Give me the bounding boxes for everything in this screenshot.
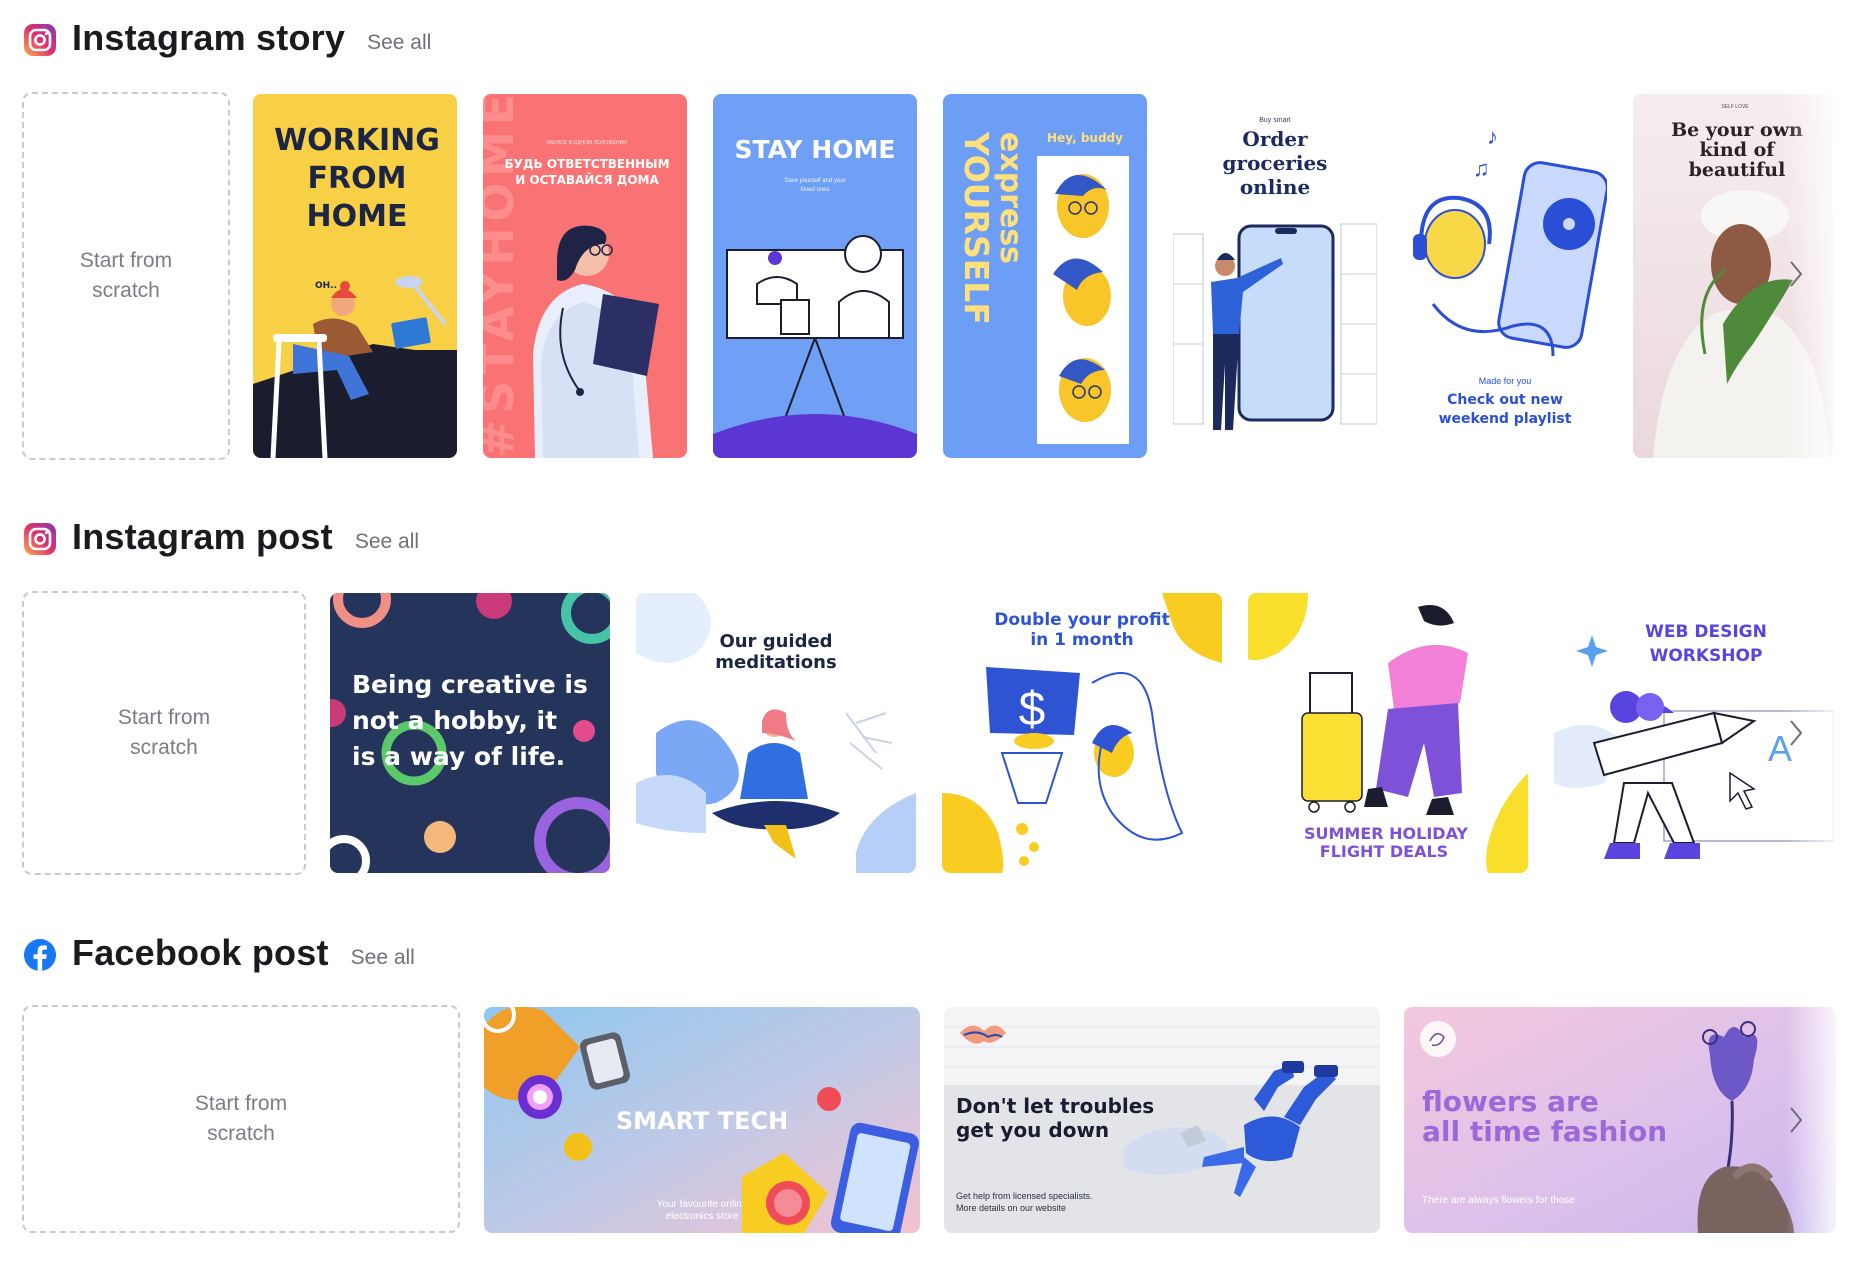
card-subtitle-line2: More details on our website <box>956 1203 1066 1213</box>
card-subtitle-line1: Get help from licensed specialists. <box>956 1191 1093 1201</box>
template-card-stay-home[interactable]: STAY HOME Save yourself and your loved o… <box>713 94 917 458</box>
card-title-line1: БУДЬ ОТВЕТСТВЕННЫМ <box>504 157 669 171</box>
template-card-double-profit[interactable]: Double your profit in 1 month $ <box>942 593 1222 873</box>
start-from-scratch-post[interactable]: Start from scratch <box>22 591 306 875</box>
facebook-icon <box>24 939 56 971</box>
card-small-text: Made for you <box>1479 376 1532 386</box>
card-small-text: There are always flowers for those <box>1422 1195 1575 1206</box>
card-title-line2: get you down <box>956 1118 1109 1142</box>
instagram-icon <box>24 24 56 56</box>
card-title-line1: WORKING <box>274 123 440 158</box>
scratch-label-line2: scratch <box>130 736 198 759</box>
scratch-label-line1: Start from <box>117 706 211 729</box>
template-card-weekend-playlist[interactable]: ♪ ♫ Made for you Check out new weekend p… <box>1403 94 1607 458</box>
card-title-line2: weekend playlist <box>1439 411 1572 427</box>
see-all-link[interactable]: See all <box>367 31 431 55</box>
card-title-line1: Check out new <box>1447 392 1563 408</box>
card-subtitle-line2: electronics store <box>666 1211 739 1222</box>
chevron-right-icon[interactable] <box>1785 254 1807 294</box>
start-from-scratch-facebook[interactable]: Start from scratch <box>22 1005 460 1233</box>
card-subtitle-line1: Save yourself and your <box>784 178 845 184</box>
section-header-facebook-post: Facebook post See all <box>22 933 415 973</box>
section-header-instagram-post: Instagram post See all <box>22 517 419 557</box>
card-title-line3: beautiful <box>1689 159 1786 181</box>
scratch-label-line1: Start from <box>194 1092 288 1115</box>
card-small-text: МЫ ВСЕ В ОДНОМ ПОЛОЖЕНИИ <box>547 140 627 146</box>
card-title-line2: groceries <box>1223 151 1328 175</box>
template-card-express-yourself[interactable]: express YOURSELF Hey, buddy <box>943 94 1147 458</box>
card-title: SMART TECH <box>616 1107 788 1135</box>
card-title-line3: is a way of life. <box>352 742 565 771</box>
card-title-line1: flowers are <box>1422 1085 1599 1118</box>
svg-text:♪: ♪ <box>1487 124 1498 149</box>
section-title: Instagram post <box>72 516 333 557</box>
card-title-line1: WEB DESIGN <box>1645 622 1767 642</box>
card-title-line2: WORKSHOP <box>1650 646 1763 666</box>
card-title: STAY HOME <box>734 135 895 164</box>
svg-text:$: $ <box>1019 683 1046 736</box>
card-title-line2: kind of <box>1700 139 1777 161</box>
card-title-line1: Order <box>1242 127 1308 151</box>
card-title-line2: FLIGHT DEALS <box>1320 842 1448 861</box>
card-title-line2: all time fashion <box>1422 1115 1667 1148</box>
section-title: Facebook post <box>72 932 329 973</box>
scratch-label-line2: scratch <box>207 1122 275 1145</box>
section-header-instagram-story: Instagram story See all <box>22 18 431 58</box>
see-all-link[interactable]: See all <box>351 946 415 970</box>
template-card-stay-home-ru[interactable]: #STAYHOME МЫ ВСЕ В ОДНОМ ПОЛОЖЕНИИ БУДЬ … <box>483 94 687 458</box>
card-title-line1: Our guided <box>719 631 832 652</box>
template-card-dont-let-troubles[interactable]: Don't let troubles get you down Get help… <box>944 1007 1380 1233</box>
card-title-line2: meditations <box>715 652 836 673</box>
template-card-order-groceries[interactable]: Buy smart Order groceries online <box>1173 94 1377 458</box>
instagram-icon <box>24 523 56 555</box>
card-title-line1: Don't let troubles <box>956 1094 1154 1118</box>
card-exclaim: OH.. <box>315 281 337 291</box>
chevron-right-icon[interactable] <box>1785 1100 1807 1140</box>
card-title-line2: И ОСТАВАЙСЯ ДОМА <box>515 172 659 187</box>
svg-text:♫: ♫ <box>1473 156 1490 181</box>
see-all-link[interactable]: See all <box>355 530 419 554</box>
card-subtitle-line2: loved ones <box>800 187 829 193</box>
card-small-text: SELF LOVE <box>1721 104 1749 110</box>
card-title-line1: Be your own <box>1671 119 1803 141</box>
template-card-being-creative[interactable]: Being creative is not a hobby, it is a w… <box>330 593 610 873</box>
card-title-line2: in 1 month <box>1030 630 1133 650</box>
card-word1: express <box>993 132 1028 264</box>
template-card-guided-meditations[interactable]: Our guided meditations <box>636 593 916 873</box>
card-title-line3: HOME <box>307 199 408 234</box>
card-title-line2: FROM <box>308 161 407 196</box>
card-vertical-text: #STAYHOME <box>483 94 524 458</box>
scratch-label-line1: Start from <box>79 249 173 272</box>
scratch-label-line2: scratch <box>92 279 160 302</box>
card-word2: YOURSELF <box>957 131 996 325</box>
template-card-flowers-fashion[interactable]: flowers are all time fashion There are a… <box>1404 1007 1836 1233</box>
card-title-line3: online <box>1240 175 1310 199</box>
card-greeting: Hey, buddy <box>1047 131 1123 145</box>
start-from-scratch-story[interactable]: Start from scratch <box>22 92 230 460</box>
chevron-right-icon[interactable] <box>1785 713 1807 753</box>
card-title-line1: SUMMER HOLIDAY <box>1304 824 1468 843</box>
section-title: Instagram story <box>72 17 346 58</box>
template-card-smart-tech[interactable]: SMART TECH Your favourite online electro… <box>484 1007 920 1233</box>
card-title-line2: not a hobby, it <box>352 706 557 735</box>
card-small-text: Buy smart <box>1259 117 1291 124</box>
template-card-summer-holiday[interactable]: SUMMER HOLIDAY FLIGHT DEALS <box>1248 593 1528 873</box>
card-subtitle-line1: Your favourite online <box>657 1199 748 1210</box>
card-title-line1: Being creative is <box>352 670 588 699</box>
card-title-line1: Double your profit <box>994 610 1169 630</box>
template-card-working-from-home[interactable]: WORKING FROM HOME OH.. <box>253 94 457 458</box>
